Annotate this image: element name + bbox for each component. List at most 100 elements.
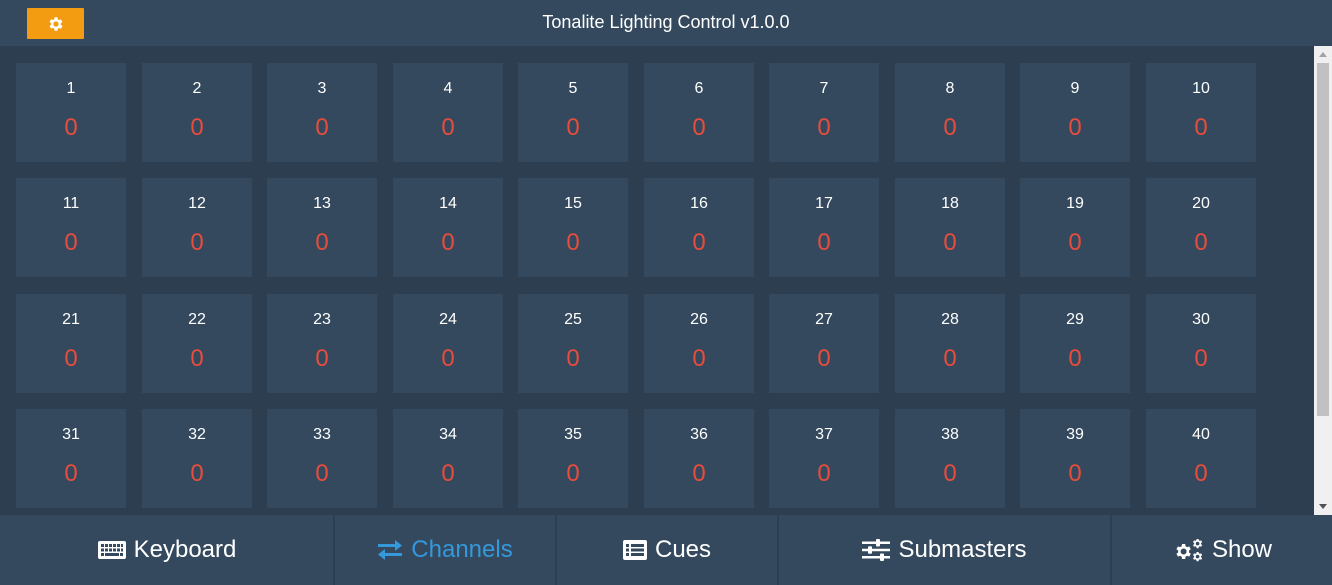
channel-tile[interactable]: 90 bbox=[1020, 63, 1130, 162]
scroll-down-arrow-icon[interactable] bbox=[1314, 498, 1332, 515]
channel-value: 0 bbox=[943, 345, 957, 372]
channel-tile[interactable]: 32 0 bbox=[142, 409, 252, 508]
channel-number: 27 bbox=[815, 311, 833, 328]
channel-tile[interactable]: 33 0 bbox=[267, 409, 377, 508]
channel-tile[interactable]: 20 bbox=[142, 63, 252, 162]
channel-number: 16 bbox=[690, 195, 708, 212]
channel-number: 26 bbox=[690, 311, 708, 328]
channel-value: 0 bbox=[441, 345, 455, 372]
channel-tile[interactable]: 22 0 bbox=[142, 294, 252, 393]
channel-tile[interactable]: 60 bbox=[644, 63, 754, 162]
channel-tile[interactable]: 25 0 bbox=[518, 294, 628, 393]
scrollbar-thumb[interactable] bbox=[1317, 63, 1329, 416]
channel-number: 36 bbox=[690, 426, 708, 443]
gears-icon bbox=[1172, 538, 1204, 562]
channel-number: 24 bbox=[439, 311, 457, 328]
channel-value: 0 bbox=[441, 460, 455, 487]
app: Tonalite Lighting Control v1.0.0 1020304… bbox=[0, 0, 1332, 585]
nav-keyboard[interactable]: Keyboard bbox=[0, 515, 334, 585]
channel-value: 0 bbox=[692, 345, 706, 372]
channel-tile[interactable]: 27 0 bbox=[769, 294, 879, 393]
channel-tile[interactable]: 10 0 bbox=[1146, 63, 1256, 162]
channel-value: 0 bbox=[943, 229, 957, 256]
channel-tile[interactable]: 37 0 bbox=[769, 409, 879, 508]
app-title: Tonalite Lighting Control v1.0.0 bbox=[542, 12, 790, 32]
channel-number: 32 bbox=[188, 426, 206, 443]
channel-number: 39 bbox=[1066, 426, 1084, 443]
channel-tile[interactable]: 16 0 bbox=[644, 178, 754, 277]
channel-number: 15 bbox=[564, 195, 582, 212]
channel-tile[interactable]: 20 0 bbox=[1146, 178, 1256, 277]
channel-value: 0 bbox=[566, 460, 580, 487]
channel-tile[interactable]: 80 bbox=[895, 63, 1005, 162]
channel-value: 0 bbox=[64, 114, 78, 141]
channel-number: 38 bbox=[941, 426, 959, 443]
channel-number: 30 bbox=[1192, 311, 1210, 328]
channel-value: 0 bbox=[566, 229, 580, 256]
channel-tile[interactable]: 31 0 bbox=[16, 409, 126, 508]
channel-number: 14 bbox=[439, 195, 457, 212]
channel-tile[interactable]: 19 0 bbox=[1020, 178, 1130, 277]
channel-number: 5 bbox=[568, 80, 578, 97]
channel-tile[interactable]: 38 0 bbox=[895, 409, 1005, 508]
channel-value: 0 bbox=[943, 114, 957, 141]
channel-number: 29 bbox=[1066, 311, 1084, 328]
channel-value: 0 bbox=[315, 114, 329, 141]
nav-submasters-label: Submasters bbox=[898, 536, 1027, 563]
channel-tile[interactable]: 28 0 bbox=[895, 294, 1005, 393]
channel-value: 0 bbox=[190, 114, 204, 141]
channel-value: 0 bbox=[1194, 114, 1208, 141]
nav-show[interactable]: Show bbox=[1112, 515, 1332, 585]
channel-number: 35 bbox=[564, 426, 582, 443]
channel-tile[interactable]: 30 bbox=[267, 63, 377, 162]
nav-channels[interactable]: Channels bbox=[335, 515, 555, 585]
channel-tile[interactable]: 35 0 bbox=[518, 409, 628, 508]
channel-tile[interactable]: 18 0 bbox=[895, 178, 1005, 277]
channel-number: 33 bbox=[313, 426, 331, 443]
channel-number: 9 bbox=[1070, 80, 1080, 97]
channel-number: 20 bbox=[1192, 195, 1210, 212]
channel-tile[interactable]: 26 0 bbox=[644, 294, 754, 393]
channel-tile[interactable]: 34 0 bbox=[393, 409, 503, 508]
channel-value: 0 bbox=[190, 345, 204, 372]
channel-tile[interactable]: 70 bbox=[769, 63, 879, 162]
channel-value: 0 bbox=[817, 229, 831, 256]
channel-value: 0 bbox=[1068, 229, 1082, 256]
channel-value: 0 bbox=[190, 460, 204, 487]
nav-cues[interactable]: Cues bbox=[557, 515, 777, 585]
channel-tile[interactable]: 40 0 bbox=[1146, 409, 1256, 508]
channel-tile[interactable]: 40 bbox=[393, 63, 503, 162]
channel-tile[interactable]: 36 0 bbox=[644, 409, 754, 508]
channel-number: 1 bbox=[66, 80, 76, 97]
channel-tile[interactable]: 24 0 bbox=[393, 294, 503, 393]
channel-tile[interactable]: 11 0 bbox=[16, 178, 126, 277]
channel-tile[interactable]: 15 0 bbox=[518, 178, 628, 277]
header-bar: Tonalite Lighting Control v1.0.0 bbox=[0, 0, 1332, 46]
channel-number: 22 bbox=[188, 311, 206, 328]
channel-tile[interactable]: 14 0 bbox=[393, 178, 503, 277]
channel-value: 0 bbox=[64, 345, 78, 372]
channel-tile[interactable]: 39 0 bbox=[1020, 409, 1130, 508]
channel-tile[interactable]: 29 0 bbox=[1020, 294, 1130, 393]
channel-value: 0 bbox=[692, 229, 706, 256]
bottom-nav: Keyboard Channels Cues Submasters Show bbox=[0, 515, 1332, 585]
settings-button[interactable] bbox=[27, 8, 84, 39]
channel-tile[interactable]: 50 bbox=[518, 63, 628, 162]
nav-submasters[interactable]: Submasters bbox=[779, 515, 1110, 585]
scroll-up-arrow-icon[interactable] bbox=[1314, 46, 1332, 63]
channel-tile[interactable]: 17 0 bbox=[769, 178, 879, 277]
channel-value: 0 bbox=[64, 229, 78, 256]
vertical-scrollbar[interactable] bbox=[1314, 46, 1332, 515]
channel-tile[interactable]: 23 0 bbox=[267, 294, 377, 393]
channel-number: 37 bbox=[815, 426, 833, 443]
keyboard-icon bbox=[97, 540, 126, 560]
channel-tile[interactable]: 30 0 bbox=[1146, 294, 1256, 393]
nav-channels-label: Channels bbox=[411, 536, 513, 563]
channel-tile[interactable]: 12 0 bbox=[142, 178, 252, 277]
channel-tile[interactable]: 13 0 bbox=[267, 178, 377, 277]
channel-tile[interactable]: 10 bbox=[16, 63, 126, 162]
channel-value: 0 bbox=[441, 229, 455, 256]
channel-value: 0 bbox=[441, 114, 455, 141]
channel-number: 11 bbox=[62, 195, 80, 212]
channel-tile[interactable]: 21 0 bbox=[16, 294, 126, 393]
